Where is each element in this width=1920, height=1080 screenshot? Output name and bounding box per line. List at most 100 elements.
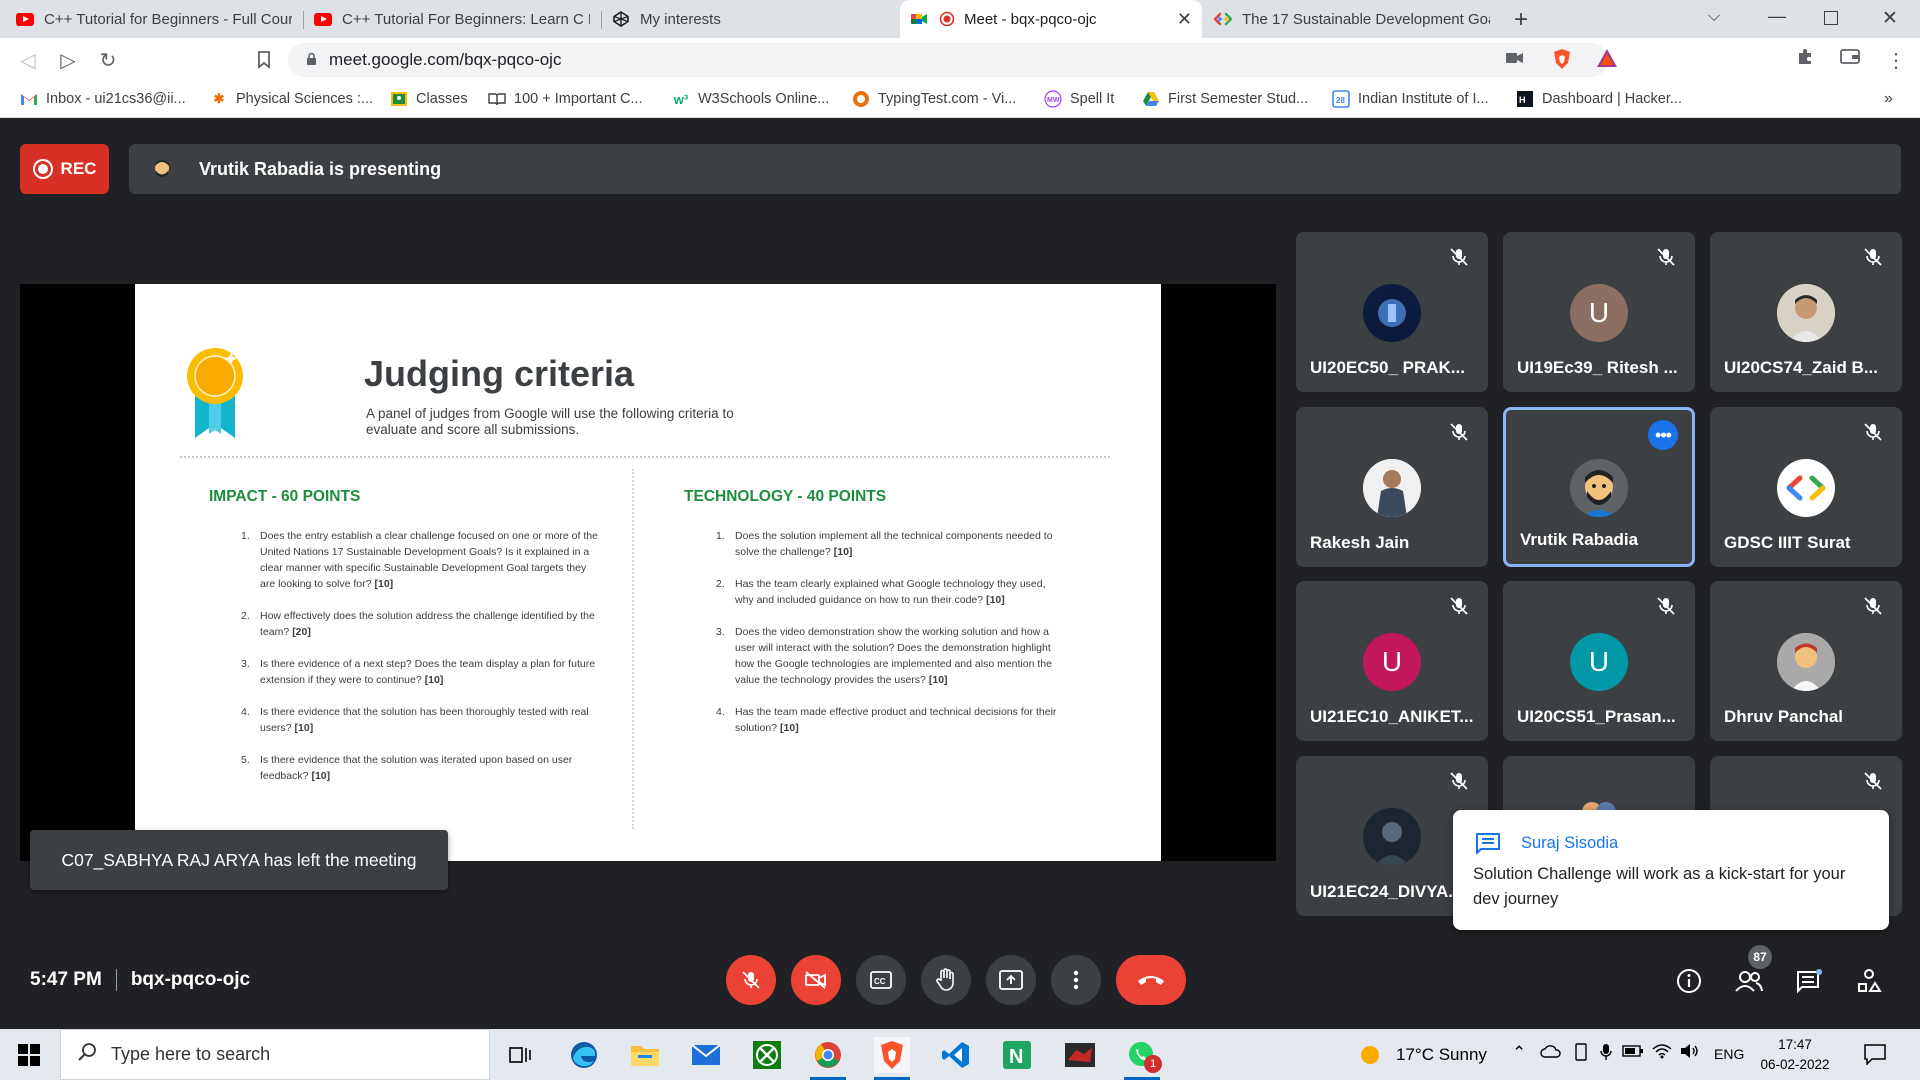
tab-title: The 17 Sustainable Development Goa — [1242, 10, 1490, 28]
presenting-text: Vrutik Rabadia is presenting — [199, 158, 442, 179]
slide-subtitle: A panel of judges from Google will use t… — [366, 406, 734, 437]
microphone-in-use-icon[interactable] — [1600, 1043, 1612, 1066]
participant-avatar — [1363, 459, 1421, 517]
notifications-icon[interactable] — [1864, 1043, 1886, 1070]
participant-tile[interactable]: Rakesh Jain — [1296, 407, 1488, 567]
system-clock[interactable]: 17:47 06-02-2022 — [1760, 1035, 1830, 1075]
participant-name: UI21EC10_ANIKET... — [1310, 707, 1474, 726]
tab-search-chevron-icon[interactable]: ⌵ — [1708, 8, 1720, 26]
gmail-icon — [20, 90, 38, 108]
slide-divider — [180, 456, 1110, 458]
leave-call-button[interactable] — [1116, 955, 1186, 1005]
forward-icon[interactable]: ▷ — [56, 48, 80, 72]
close-tab-icon[interactable]: ✕ — [1177, 9, 1192, 30]
youtube-icon — [16, 10, 34, 28]
meeting-details-icon[interactable] — [1674, 966, 1704, 996]
bookmark-typingtest[interactable]: TypingTest.com - Vi... — [852, 90, 1016, 108]
tab-cpp-tutorial-1[interactable]: C++ Tutorial for Beginners - Full Cour — [6, 0, 302, 38]
windows-start-icon[interactable] — [18, 1044, 40, 1071]
xbox-icon[interactable] — [749, 1037, 785, 1073]
windows-taskbar: Type here to search N 1 17°C Sunny ⌃ ENG… — [0, 1029, 1920, 1080]
participant-tile[interactable]: U UI20CS51_Prasan... — [1503, 581, 1695, 741]
chat-message-popup[interactable]: Suraj Sisodia Solution Challenge will wo… — [1453, 810, 1889, 930]
new-tab-plus-icon[interactable]: + — [1514, 6, 1528, 34]
bookmark-w3schools[interactable]: w³ W3Schools Online... — [672, 90, 830, 108]
participant-avatar — [1570, 459, 1628, 517]
tab-title: C++ Tutorial for Beginners - Full Cour — [44, 10, 292, 28]
wifi-icon[interactable] — [1652, 1043, 1672, 1064]
brave-taskbar-icon[interactable] — [874, 1037, 910, 1080]
participant-tile[interactable]: U UI19Ec39_ Ritesh ... — [1503, 232, 1695, 392]
camera-off-button[interactable] — [791, 955, 841, 1005]
activities-icon[interactable] — [1854, 966, 1884, 996]
notion-style-icon[interactable]: N — [999, 1037, 1035, 1073]
close-window-icon[interactable]: ✕ — [1882, 7, 1898, 30]
file-explorer-icon[interactable] — [627, 1037, 663, 1073]
drive-icon — [1142, 90, 1160, 108]
bookmark-gmail[interactable]: Inbox - ui21cs36@ii... — [20, 90, 186, 108]
whatsapp-icon[interactable]: 1 — [1124, 1037, 1162, 1080]
game-app-icon[interactable] — [1062, 1037, 1098, 1073]
chat-panel-icon[interactable] — [1794, 966, 1824, 996]
bookmark-important-c[interactable]: 100 + Important C... — [488, 90, 643, 108]
captions-button[interactable]: CC — [856, 955, 906, 1005]
tab-my-interests[interactable]: My interests — [602, 0, 898, 38]
camera-in-use-icon[interactable] — [1506, 48, 1524, 69]
task-view-icon[interactable] — [502, 1037, 538, 1073]
participant-tile[interactable]: UI20CS74_Zaid B... — [1710, 232, 1902, 392]
raise-hand-button[interactable] — [921, 955, 971, 1005]
bookmark-first-semester[interactable]: First Semester Stud... — [1142, 90, 1308, 108]
taskbar-search-box[interactable]: Type here to search — [60, 1029, 490, 1080]
tab-sdg[interactable]: The 17 Sustainable Development Goa — [1204, 0, 1500, 38]
vscode-icon[interactable] — [938, 1037, 974, 1073]
recording-indicator[interactable]: REC — [20, 144, 109, 194]
participant-name: UI20EC50_ PRAK... — [1310, 358, 1465, 377]
back-icon[interactable]: ◁ — [16, 48, 40, 72]
criteria-item: 4. Is there evidence that the solution ha… — [241, 706, 589, 734]
battery-icon[interactable] — [1622, 1043, 1644, 1063]
reload-icon[interactable]: ↻ — [96, 48, 120, 72]
participant-tile[interactable]: GDSC IIIT Surat — [1710, 407, 1902, 567]
present-screen-button[interactable] — [986, 955, 1036, 1005]
tray-chevron-icon[interactable]: ⌃ — [1512, 1043, 1526, 1063]
browser-menu-icon[interactable]: ⋮ — [1886, 48, 1906, 73]
onedrive-icon[interactable] — [1540, 1043, 1562, 1063]
participant-name: UI19Ec39_ Ritesh ... — [1517, 358, 1678, 377]
language-indicator[interactable]: ENG — [1714, 1046, 1744, 1062]
weather-text[interactable]: 17°C Sunny — [1396, 1045, 1487, 1065]
bookmark-hackerrank[interactable]: H Dashboard | Hacker... — [1516, 90, 1682, 108]
tab-cpp-tutorial-2[interactable]: C++ Tutorial For Beginners: Learn C Pl — [304, 0, 600, 38]
participant-tile[interactable]: Dhruv Panchal — [1710, 581, 1902, 741]
bookmark-iiit[interactable]: 28 Indian Institute of I... — [1332, 90, 1489, 108]
brave-rewards-icon[interactable] — [1596, 48, 1618, 73]
mic-off-button[interactable] — [726, 955, 776, 1005]
maximize-window-icon[interactable] — [1824, 11, 1838, 25]
minimize-window-icon[interactable]: — — [1768, 6, 1786, 27]
calendar-icon: 28 — [1332, 90, 1350, 108]
device-icon[interactable] — [1574, 1043, 1588, 1066]
criteria-item: 1. Does the entry establish a clear chall… — [241, 530, 598, 590]
participant-tile-presenter[interactable]: ••• Vrutik Rabadia — [1503, 407, 1695, 567]
mail-icon[interactable] — [688, 1037, 724, 1073]
edge-icon[interactable] — [566, 1037, 602, 1073]
volume-icon[interactable] — [1680, 1043, 1700, 1064]
participant-tile[interactable]: UI20EC50_ PRAK... — [1296, 232, 1488, 392]
wallet-icon[interactable] — [1840, 48, 1860, 69]
people-icon[interactable] — [1734, 966, 1764, 996]
tab-meet[interactable]: Meet - bqx-pqco-ojc ✕ — [900, 0, 1202, 38]
bookmark-classes[interactable]: Classes — [390, 90, 468, 108]
bookmark-page-icon[interactable] — [252, 48, 276, 72]
participant-tile[interactable]: U UI21EC10_ANIKET... — [1296, 581, 1488, 741]
meeting-code[interactable]: bqx-pqco-ojc — [131, 969, 250, 991]
more-options-icon[interactable]: ••• — [1648, 420, 1678, 450]
address-bar[interactable]: meet.google.com/bqx-pqco-ojc — [288, 43, 1608, 77]
extensions-puzzle-icon[interactable] — [1796, 48, 1814, 71]
chrome-icon[interactable] — [810, 1037, 846, 1080]
bookmark-spell-it[interactable]: MW Spell It — [1044, 90, 1114, 108]
brave-shield-icon[interactable] — [1552, 48, 1572, 75]
bookmark-label: TypingTest.com - Vi... — [878, 91, 1017, 107]
more-options-button[interactable] — [1051, 955, 1101, 1005]
presentation-stage[interactable]: Judging criteria A panel of judges from … — [20, 284, 1276, 861]
bookmark-physical-sciences[interactable]: ✱ Physical Sciences :... — [210, 90, 373, 108]
more-bookmarks-button[interactable]: » — [1884, 90, 1893, 108]
